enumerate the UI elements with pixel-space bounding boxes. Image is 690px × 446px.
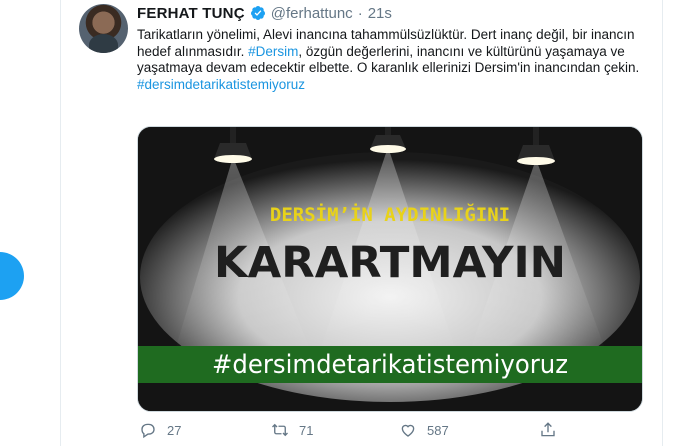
- tweet-image[interactable]: DERSİM’İN AYDINLIĞINI KARARTMAYIN #dersi…: [137, 126, 643, 412]
- like-button[interactable]: 587: [399, 418, 449, 442]
- hashtag-dersim-link[interactable]: #Dersim: [248, 44, 298, 59]
- share-icon: [541, 422, 555, 437]
- retweet-count: 71: [299, 422, 314, 438]
- compose-fab-edge[interactable]: [0, 252, 24, 300]
- tweet-actions: 27 71 587: [137, 418, 643, 442]
- timeline-left-border: [60, 0, 61, 446]
- image-artwork: DERSİM’İN AYDINLIĞINI KARARTMAYIN #dersi…: [138, 127, 642, 411]
- image-banner-hashtag: #dersimdetarikatistemiyoruz: [212, 350, 568, 380]
- tweet-body: Tarikatların yönelimi, Alevi inancına ta…: [137, 27, 652, 93]
- image-main-word: KARARTMAYIN: [214, 238, 566, 288]
- author-avatar[interactable]: [79, 4, 128, 53]
- timeline-right-border: [662, 0, 663, 446]
- reply-icon: [141, 423, 155, 439]
- author-handle[interactable]: @ferhattunc: [271, 5, 353, 22]
- tweet-timestamp[interactable]: 21s: [368, 5, 392, 22]
- reply-button[interactable]: 27: [139, 418, 181, 442]
- like-icon: [401, 424, 415, 437]
- reply-count: 27: [167, 422, 182, 438]
- hashtag-link[interactable]: #dersimdetarikatistemiyoruz: [137, 77, 652, 94]
- header-separator: ·: [357, 4, 363, 22]
- tweet-header: FERHAT TUNÇ @ferhattunc · 21s: [137, 3, 392, 23]
- share-button[interactable]: [539, 418, 557, 442]
- retweet-button[interactable]: 71: [271, 418, 313, 442]
- retweet-icon: [272, 423, 288, 437]
- tweet-paragraph: Tarikatların yönelimi, Alevi inancına ta…: [137, 27, 652, 77]
- image-headline: DERSİM’İN AYDINLIĞINI: [270, 202, 510, 226]
- verified-badge-icon: [250, 6, 265, 20]
- like-count: 587: [427, 422, 449, 438]
- author-name[interactable]: FERHAT TUNÇ: [137, 5, 245, 22]
